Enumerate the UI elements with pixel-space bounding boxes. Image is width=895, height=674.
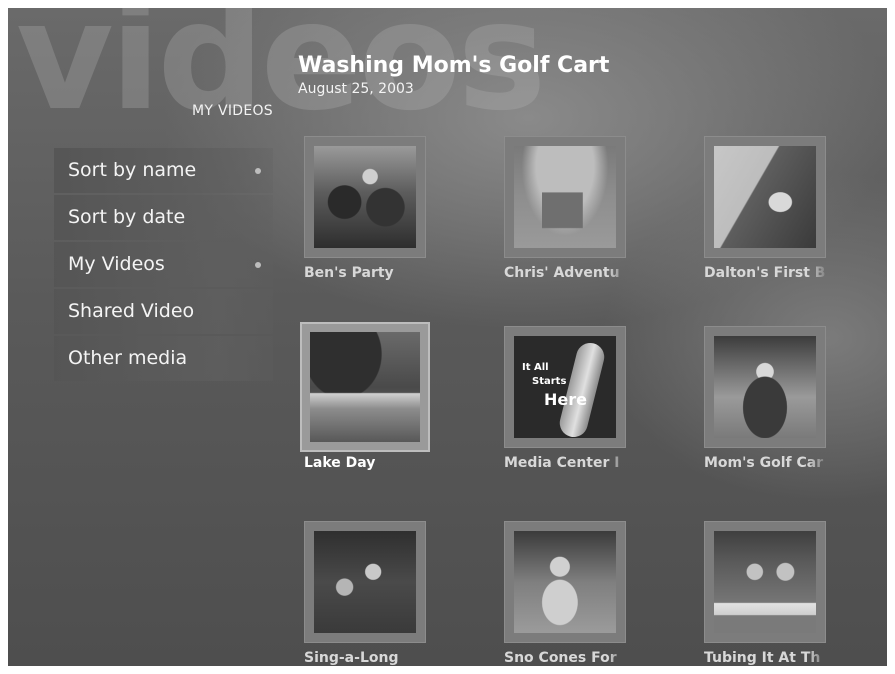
video-caption: Lake Day xyxy=(304,455,376,471)
video-tile-selected[interactable]: Lake Day xyxy=(300,322,474,471)
video-thumbnail[interactable] xyxy=(504,521,626,643)
media-center-screen: videos MY VIDEOS Washing Mom's Golf Cart… xyxy=(8,8,887,666)
video-thumbnail[interactable] xyxy=(304,136,426,258)
side-menu: Sort by name Sort by date My Videos Shar… xyxy=(54,148,273,383)
menu-item-sort-by-name[interactable]: Sort by name xyxy=(54,148,273,193)
video-thumbnail[interactable]: It All Starts Here xyxy=(504,326,626,448)
thumbnail-image xyxy=(310,332,420,442)
video-caption: Ben's Party xyxy=(304,265,394,281)
thumbnail-image xyxy=(514,146,616,248)
video-tile[interactable]: Mom's Golf Car xyxy=(704,326,874,471)
menu-item-label: Sort by name xyxy=(68,159,197,181)
thumbnail-image: It All Starts Here xyxy=(514,336,616,438)
thumbnail-image xyxy=(714,336,816,438)
menu-item-sort-by-date[interactable]: Sort by date xyxy=(54,195,273,240)
video-thumbnail[interactable] xyxy=(504,136,626,258)
thumbnail-image xyxy=(714,531,816,633)
thumbnail-text: Starts xyxy=(532,376,567,387)
active-dot-icon xyxy=(255,262,261,268)
video-caption: Chris' Adventu xyxy=(504,265,620,281)
video-tile[interactable]: Chris' Adventu xyxy=(504,136,674,281)
selected-video-info: Washing Mom's Golf Cart August 25, 2003 xyxy=(298,53,609,97)
video-caption: Sing-a-Long xyxy=(304,650,399,666)
video-thumbnail[interactable] xyxy=(704,521,826,643)
video-thumbnail[interactable] xyxy=(300,322,430,452)
video-thumbnail[interactable] xyxy=(304,521,426,643)
video-thumbnail[interactable] xyxy=(704,326,826,448)
thumbnail-image xyxy=(314,146,416,248)
menu-item-shared-video[interactable]: Shared Video xyxy=(54,289,273,334)
video-caption: Sno Cones For xyxy=(504,650,617,666)
video-caption: Media Center I xyxy=(504,455,620,471)
video-tile[interactable]: Sing-a-Long xyxy=(304,521,474,666)
thumbnail-image xyxy=(714,146,816,248)
video-thumbnail[interactable] xyxy=(704,136,826,258)
thumbnail-image xyxy=(314,531,416,633)
section-title: MY VIDEOS xyxy=(191,103,273,119)
video-tile[interactable]: Sno Cones For xyxy=(504,521,674,666)
menu-item-label: Other media xyxy=(68,347,188,369)
video-caption: Mom's Golf Car xyxy=(704,455,824,471)
menu-item-my-videos[interactable]: My Videos xyxy=(54,242,273,287)
video-caption: Tubing It At Th xyxy=(704,650,821,666)
video-tile[interactable]: Tubing It At Th xyxy=(704,521,874,666)
thumbnail-image xyxy=(514,531,616,633)
video-tile[interactable]: It All Starts Here Media Center I xyxy=(504,326,674,471)
video-caption: Dalton's First B xyxy=(704,265,826,281)
video-tile[interactable]: Dalton's First B xyxy=(704,136,874,281)
menu-item-label: Shared Video xyxy=(68,300,195,322)
video-tile[interactable]: Ben's Party xyxy=(304,136,474,281)
thumbnail-text: It All xyxy=(522,362,549,373)
selected-video-title: Washing Mom's Golf Cart xyxy=(298,53,610,78)
active-dot-icon xyxy=(255,168,261,174)
selected-video-date: August 25, 2003 xyxy=(298,81,414,97)
menu-item-label: Sort by date xyxy=(68,206,186,228)
menu-item-label: My Videos xyxy=(68,253,165,275)
menu-item-other-media[interactable]: Other media xyxy=(54,336,273,381)
thumbnail-text: Here xyxy=(544,390,587,409)
